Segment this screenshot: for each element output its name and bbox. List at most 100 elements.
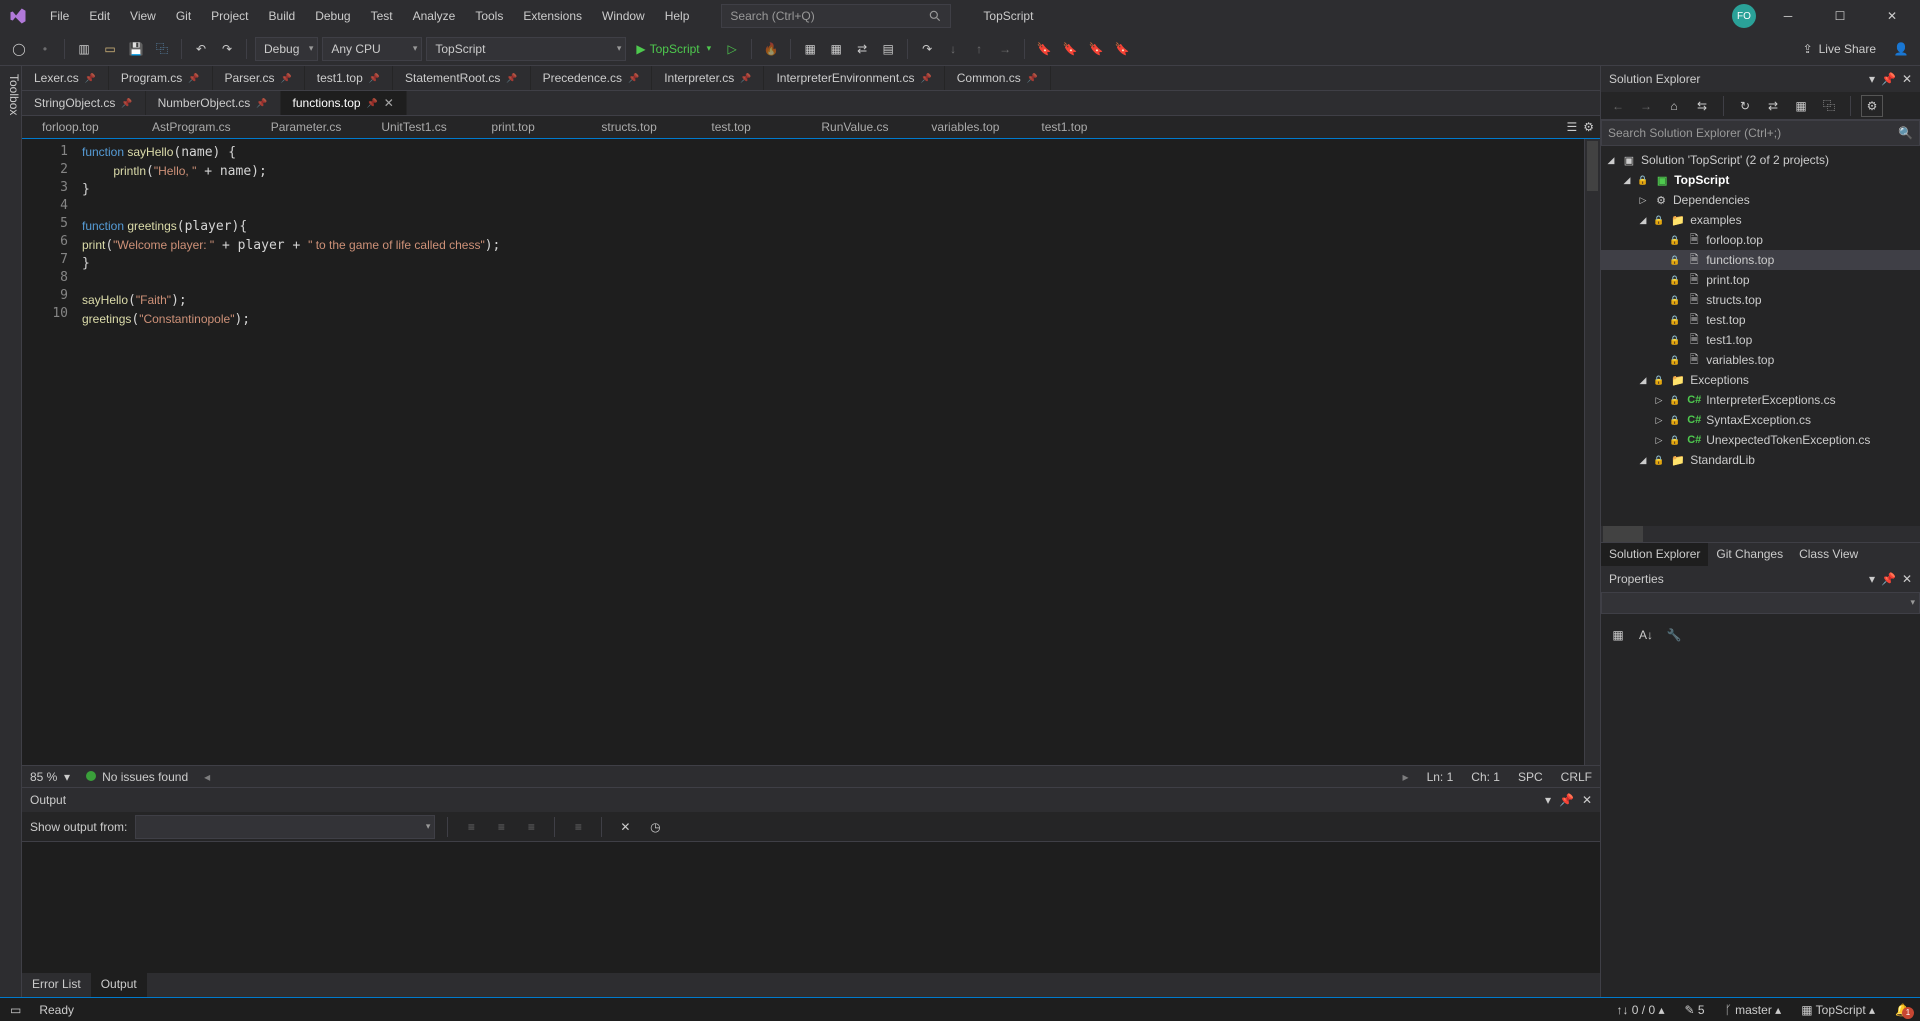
admin-icon[interactable]: 👤 [1890, 38, 1912, 60]
tree-forloop-top[interactable]: 🔒🗎forloop.top [1601, 230, 1920, 250]
undo-icon[interactable]: ↶ [190, 38, 212, 60]
subtab-variables-top[interactable]: variables.top [911, 116, 1021, 138]
se-showall-icon[interactable]: ▦ [1790, 95, 1812, 117]
subtab-astprogram-cs[interactable]: AstProgram.cs [132, 116, 251, 138]
panel-pin-icon[interactable]: 📌 [1559, 793, 1574, 807]
bottom-tab-output[interactable]: Output [91, 973, 147, 997]
se-properties-icon[interactable]: ⚙ [1861, 95, 1883, 117]
tree-test1-top[interactable]: 🔒🗎test1.top [1601, 330, 1920, 350]
tree-solution--topscript---2-of-2-projects-[interactable]: ◢▣Solution 'TopScript' (2 of 2 projects) [1601, 150, 1920, 170]
user-avatar[interactable]: FO [1732, 4, 1756, 28]
se-close-icon[interactable]: ✕ [1902, 72, 1912, 86]
tab-stringobject-cs[interactable]: StringObject.cs📌 [22, 91, 146, 115]
tab-precedence-cs[interactable]: Precedence.cs📌 [531, 66, 653, 90]
prop-close-icon[interactable]: ✕ [1902, 572, 1912, 586]
output-body[interactable] [22, 842, 1600, 973]
scroll-left-icon[interactable]: ◂ [204, 770, 210, 784]
code-area[interactable]: function sayHello(name) { println("Hello… [82, 139, 1584, 765]
bookmark-next-icon[interactable]: 🔖 [1059, 38, 1081, 60]
se-fwd-icon[interactable]: → [1635, 95, 1657, 117]
se-refresh-icon[interactable]: ↻ [1734, 95, 1756, 117]
redo-icon[interactable]: ↷ [216, 38, 238, 60]
tab-interpreterenvironment-cs[interactable]: InterpreterEnvironment.cs📌 [764, 66, 944, 90]
git-stash-indicator[interactable]: ✎ 5 [1685, 1003, 1705, 1017]
prop-cat-icon[interactable]: ▦ [1607, 624, 1629, 646]
tab-functions-top[interactable]: functions.top📌✕ [281, 91, 407, 115]
tab-interpreter-cs[interactable]: Interpreter.cs📌 [652, 66, 764, 90]
tree-dependencies[interactable]: ▷⚙Dependencies [1601, 190, 1920, 210]
tab-parser-cs[interactable]: Parser.cs📌 [213, 66, 305, 90]
tree-exceptions[interactable]: ◢🔒📁Exceptions [1601, 370, 1920, 390]
bookmark-prev-icon[interactable]: 🔖 [1085, 38, 1107, 60]
issues-status[interactable]: No issues found [86, 770, 188, 784]
out-clear-icon[interactable]: ✕ [614, 816, 636, 838]
out-tool-3[interactable]: ≡ [520, 816, 542, 838]
platform-dropdown[interactable]: Any CPU [322, 37, 422, 61]
tab-program-cs[interactable]: Program.cs📌 [109, 66, 213, 90]
output-source-dropdown[interactable] [135, 815, 435, 839]
tree-structs-top[interactable]: 🔒🗎structs.top [1601, 290, 1920, 310]
search-box[interactable]: Search (Ctrl+Q) [721, 4, 951, 28]
tree-syntaxexception-cs[interactable]: ▷🔒C#SyntaxException.cs [1601, 410, 1920, 430]
tree-interpreterexceptions-cs[interactable]: ▷🔒C#InterpreterExceptions.cs [1601, 390, 1920, 410]
se-tab-class-view[interactable]: Class View [1791, 543, 1866, 566]
menu-view[interactable]: View [120, 3, 166, 29]
menu-edit[interactable]: Edit [79, 3, 120, 29]
menu-git[interactable]: Git [166, 3, 201, 29]
se-dropdown-icon[interactable]: ▾ [1869, 72, 1875, 86]
se-sync-icon[interactable]: ⇆ [1691, 95, 1713, 117]
out-clock-icon[interactable]: ◷ [644, 816, 666, 838]
tree-standardlib[interactable]: ◢🔒📁StandardLib [1601, 450, 1920, 470]
tab-common-cs[interactable]: Common.cs📌 [945, 66, 1051, 90]
prop-az-icon[interactable]: A↓ [1635, 624, 1657, 646]
code-editor[interactable]: 12345678910 function sayHello(name) { pr… [22, 139, 1600, 765]
tab-list-icon[interactable]: ☰ [1566, 120, 1577, 134]
line-ending[interactable]: CRLF [1561, 770, 1592, 784]
tool-icon-3[interactable]: ⇄ [851, 38, 873, 60]
tab-lexer-cs[interactable]: Lexer.cs📌 [22, 66, 109, 90]
open-icon[interactable]: ▭ [99, 38, 121, 60]
nav-back-icon[interactable]: ◯ [8, 38, 30, 60]
se-pin-icon[interactable]: 📌 [1881, 72, 1896, 86]
subtab-test-top[interactable]: test.top [691, 116, 801, 138]
menu-project[interactable]: Project [201, 3, 258, 29]
toolbox-tab[interactable]: Toolbox [0, 66, 22, 997]
se-copy-icon[interactable]: ⿻ [1818, 95, 1840, 117]
tree-test-top[interactable]: 🔒🗎test.top [1601, 310, 1920, 330]
notifications-icon[interactable]: 🔔1 [1895, 1003, 1910, 1017]
tree-topscript[interactable]: ◢🔒▣TopScript [1601, 170, 1920, 190]
subtab-forloop-top[interactable]: forloop.top [22, 116, 132, 138]
prop-object-dropdown[interactable] [1601, 592, 1920, 614]
subtab-test1-top[interactable]: test1.top [1021, 116, 1131, 138]
minimize-button[interactable]: ─ [1768, 2, 1808, 30]
subtab-unittest1-cs[interactable]: UnitTest1.cs [361, 116, 471, 138]
line-indicator[interactable]: Ln: 1 [1427, 770, 1454, 784]
step-over-icon[interactable]: ↷ [916, 38, 938, 60]
tab-numberobject-cs[interactable]: NumberObject.cs📌 [146, 91, 281, 115]
tree-functions-top[interactable]: 🔒🗎functions.top [1601, 250, 1920, 270]
out-tool-2[interactable]: ≡ [490, 816, 512, 838]
menu-file[interactable]: File [40, 3, 79, 29]
close-button[interactable]: ✕ [1872, 2, 1912, 30]
menu-test[interactable]: Test [361, 3, 403, 29]
tab-statementroot-cs[interactable]: StatementRoot.cs📌 [393, 66, 531, 90]
editor-scrollbar[interactable] [1584, 139, 1600, 765]
se-hscroll[interactable] [1601, 526, 1920, 542]
bookmark-icon[interactable]: 🔖 [1033, 38, 1055, 60]
subtab-parameter-cs[interactable]: Parameter.cs [251, 116, 362, 138]
prop-dropdown-icon[interactable]: ▾ [1869, 572, 1875, 586]
out-tool-4[interactable]: ≡ [567, 816, 589, 838]
menu-extensions[interactable]: Extensions [513, 3, 592, 29]
tool-icon-1[interactable]: ▦ [799, 38, 821, 60]
tool-icon-2[interactable]: ▦ [825, 38, 847, 60]
menu-help[interactable]: Help [655, 3, 700, 29]
live-share-button[interactable]: ⇪ Live Share [1803, 42, 1876, 56]
panel-close-icon[interactable]: ✕ [1582, 793, 1592, 807]
new-item-icon[interactable]: ▥ [73, 38, 95, 60]
se-search[interactable]: Search Solution Explorer (Ctrl+;) 🔍 [1601, 120, 1920, 146]
git-repo-indicator[interactable]: ▦ TopScript ▴ [1801, 1003, 1875, 1017]
se-home-icon[interactable]: ⌂ [1663, 95, 1685, 117]
subtab-structs-top[interactable]: structs.top [581, 116, 691, 138]
tool-icon-4[interactable]: ▤ [877, 38, 899, 60]
git-changes-indicator[interactable]: ↑↓ 0 / 0 ▴ [1616, 1003, 1664, 1017]
